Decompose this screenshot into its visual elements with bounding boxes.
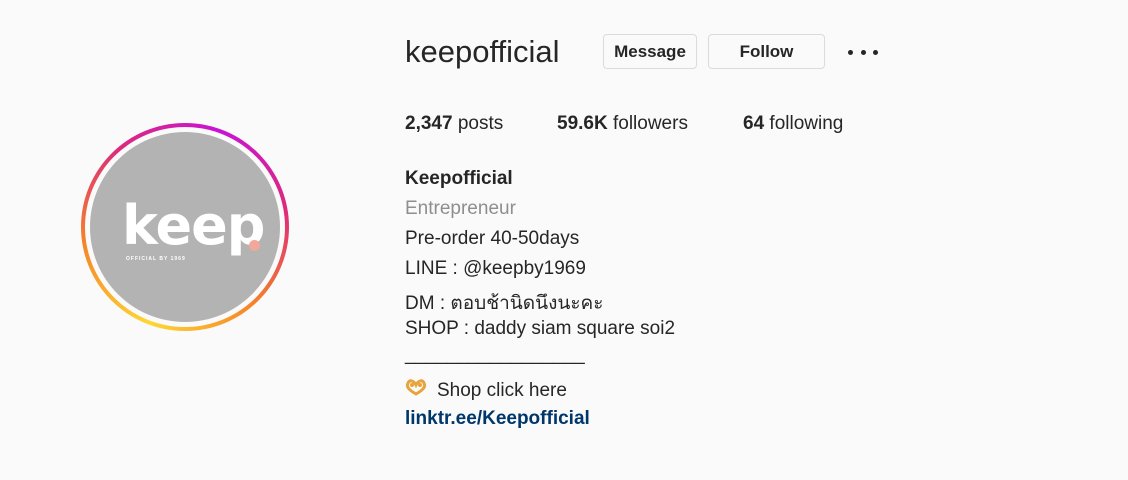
message-button[interactable]: Message [603, 34, 697, 69]
bio-divider-line: _________________ [405, 344, 585, 365]
more-options-icon[interactable] [848, 42, 878, 62]
profile-avatar[interactable]: keep OFFICIAL BY 1969 [81, 123, 289, 331]
pretzel-icon [405, 378, 427, 402]
followers-count: 59.6K [557, 113, 608, 134]
avatar-image[interactable]: keep OFFICIAL BY 1969 [90, 132, 280, 322]
bio-shop-text: Shop click here [437, 380, 567, 401]
posts-label: posts [457, 113, 504, 134]
bio-shop-line: Shop click here [405, 378, 567, 402]
bio-line: Pre-order 40-50days [405, 228, 580, 249]
bio-line: DM : ตอบช้านิดนึงนะคะ [405, 293, 604, 314]
bio-full-name: Keepofficial [405, 168, 513, 189]
following-count: 64 [743, 113, 765, 134]
avatar-logo-text: keep [122, 194, 265, 257]
followers-label: followers [612, 113, 688, 134]
bio-website-link[interactable]: linktr.ee/Keepofficial [405, 408, 590, 430]
more-dot [860, 49, 866, 55]
posts-stat: 2,347 posts [405, 113, 503, 135]
follow-button[interactable]: Follow [708, 34, 825, 69]
profile-username: keepofficial [405, 34, 560, 69]
bio-category: Entrepreneur [405, 198, 516, 219]
following-label: following [769, 113, 844, 134]
posts-count: 2,347 [405, 113, 453, 134]
followers-stat[interactable]: 59.6K followers [557, 113, 688, 135]
following-stat[interactable]: 64 following [743, 113, 843, 135]
more-dot [848, 49, 853, 55]
bio-line: LINE : @keepby1969 [405, 258, 586, 279]
avatar-logo-subtext: OFFICIAL BY 1969 [126, 256, 186, 262]
avatar-logo-dot [249, 240, 260, 251]
more-dot [873, 49, 878, 55]
bio-line: SHOP : daddy siam square soi2 [405, 318, 676, 339]
